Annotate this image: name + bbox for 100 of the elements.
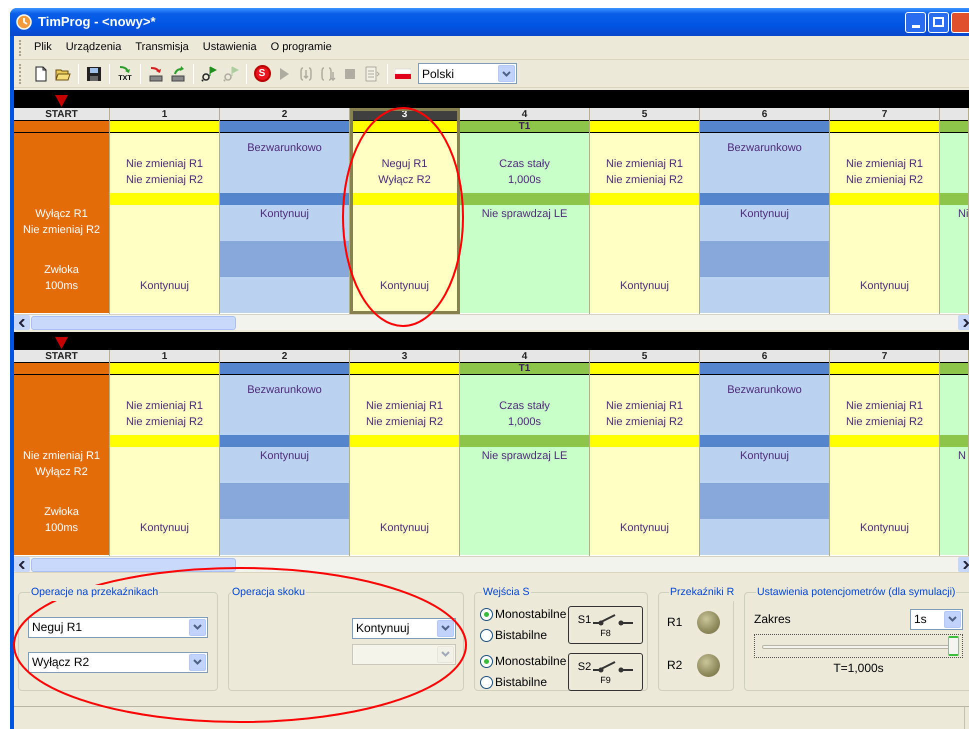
step-panel[interactable]: Kontynuuj <box>220 205 349 241</box>
minimize-button[interactable] <box>905 12 926 32</box>
radio-button[interactable] <box>480 676 493 689</box>
step-panel[interactable]: Kontynuuj <box>350 447 459 555</box>
step-text: Kontynuuj <box>379 521 430 536</box>
dropdown[interactable]: Kontynuuj <box>352 618 456 639</box>
step-panel[interactable]: Nie zmieniaj R1 Nie zmieniaj R2 <box>590 133 699 193</box>
step-text: Bezwarunkowo <box>246 383 323 398</box>
slider-reading: T=1,000s <box>832 660 885 677</box>
switch-button[interactable]: S1 F8 <box>568 606 643 644</box>
column-header[interactable]: 4 <box>460 350 589 363</box>
column-header[interactable]: 1 <box>110 108 219 121</box>
step-panel[interactable]: Czas stały 1,000s <box>460 133 589 193</box>
step-panel[interactable]: Neguj R1 Wyłącz R2 <box>350 133 459 193</box>
column-header[interactable] <box>940 350 968 363</box>
step-panel[interactable]: Kontynuuj <box>110 447 219 555</box>
radio-option[interactable]: Bistabilne <box>480 672 568 693</box>
maximize-button[interactable] <box>928 12 949 32</box>
column-header[interactable]: 7 <box>830 108 939 121</box>
step-panel[interactable]: Nie zmieniaj R1 Nie zmieniaj R2 <box>830 375 939 435</box>
column-header[interactable]: START <box>14 108 109 121</box>
export-arrow-icon <box>117 65 133 75</box>
column-header[interactable]: 5 <box>590 350 699 363</box>
step-panel[interactable]: Czas stały 1,000s <box>460 375 589 435</box>
radio-button[interactable] <box>480 608 493 621</box>
horizontal-scrollbar[interactable] <box>14 556 969 572</box>
step-text: 1,000s <box>506 173 542 188</box>
step-panel[interactable]: Bezwarunkowo <box>220 133 349 193</box>
step-text: Kontynuuj <box>139 521 190 536</box>
step-text: Kontynuuj <box>859 521 910 536</box>
menu-item[interactable]: Transmisja <box>128 39 196 56</box>
column-header[interactable]: 7 <box>830 350 939 363</box>
radio-option[interactable]: Monostabilne <box>480 650 568 672</box>
scroll-left-button[interactable] <box>14 315 30 330</box>
search-flag-icon <box>201 66 217 82</box>
scroll-right-button[interactable] <box>958 557 969 572</box>
column-header[interactable]: 3 <box>350 350 459 363</box>
step-panel[interactable]: Kontynuuj <box>830 447 939 555</box>
menu-item[interactable]: Plik <box>27 39 59 56</box>
slider-thumb[interactable] <box>948 636 959 656</box>
column-header[interactable] <box>940 108 968 121</box>
step-text: Wyłącz R2 <box>377 173 432 188</box>
step-panel[interactable]: Kontynuuj <box>700 205 829 241</box>
step-panel[interactable]: Bezwarunkowo <box>220 375 349 435</box>
maximize-icon <box>933 17 944 27</box>
radio-option[interactable]: Bistabilne <box>480 624 568 646</box>
column-header[interactable]: 4 <box>460 108 589 121</box>
step-panel[interactable]: Kontynuuj <box>590 205 699 313</box>
step-text: Nie zmieniaj R1 <box>844 399 924 414</box>
step-text: N <box>957 449 967 464</box>
scroll-thumb[interactable] <box>31 558 236 572</box>
step-text: Zwłoka <box>43 263 80 278</box>
dropdown[interactable]: Neguj R1 <box>28 616 208 638</box>
step-panel[interactable]: Ni <box>940 205 968 313</box>
step-text: Nie zmieniaj R1 <box>124 157 204 172</box>
column-header[interactable]: 6 <box>700 108 829 121</box>
step-panel[interactable]: Nie sprawdzaj LE <box>460 205 589 313</box>
radio-button[interactable] <box>480 628 493 642</box>
column-header[interactable]: 1 <box>110 350 219 363</box>
radio-option[interactable]: Monostabilne <box>480 604 568 625</box>
scroll-right-button[interactable] <box>958 315 969 330</box>
horizontal-scrollbar[interactable] <box>14 314 969 330</box>
step-panel[interactable]: Nie zmieniaj R1 Nie zmieniaj R2 <box>110 133 219 193</box>
scroll-left-button[interactable] <box>14 557 30 572</box>
step-text: Nie zmieniaj R1 <box>604 157 684 172</box>
range-slider[interactable] <box>754 634 963 658</box>
step-text: Nie zmieniaj R1 <box>604 399 684 414</box>
step-panel[interactable]: Kontynuuj <box>700 447 829 483</box>
step-panel[interactable]: Kontynuuj <box>830 205 939 313</box>
step-panel[interactable]: Kontynuuj <box>350 205 459 313</box>
braces-icon <box>298 66 314 82</box>
step-panel[interactable]: Bezwarunkowo <box>700 133 829 193</box>
step-text: Nie zmieniaj R1 <box>844 157 924 172</box>
menu-item[interactable]: O programie <box>264 39 339 56</box>
menu-item[interactable]: Urządzenia <box>58 39 128 56</box>
step-panel[interactable]: Kontynuuj <box>110 205 219 313</box>
column-header[interactable]: 5 <box>590 108 699 121</box>
column-header[interactable]: 6 <box>700 350 829 363</box>
step-panel[interactable]: Nie sprawdzaj LE <box>460 447 589 555</box>
step-panel[interactable]: Nie zmieniaj R1 Nie zmieniaj R2 <box>110 375 219 435</box>
step-panel[interactable]: Kontynuuj <box>590 447 699 555</box>
step-panel[interactable]: Nie zmieniaj R1 Nie zmieniaj R2 <box>830 133 939 193</box>
dropdown[interactable]: Wyłącz R2 <box>28 652 208 673</box>
step-text: Kontynuuj <box>739 207 790 222</box>
step-text: Nie zmieniaj R2 <box>364 415 444 430</box>
scroll-thumb[interactable] <box>31 316 236 330</box>
step-panel[interactable]: N <box>940 447 968 555</box>
close-button[interactable] <box>951 12 969 32</box>
step-panel[interactable]: Nie zmieniaj R1 Nie zmieniaj R2 <box>590 375 699 435</box>
step-panel[interactable]: Nie zmieniaj R1 Nie zmieniaj R2 <box>350 375 459 435</box>
step-panel[interactable]: Kontynuuj <box>220 447 349 483</box>
switch-button[interactable]: S2 F9 <box>568 652 643 691</box>
column-header[interactable]: START <box>14 350 109 363</box>
step-panel[interactable]: Bezwarunkowo <box>700 375 829 435</box>
dropdown[interactable]: 1s <box>910 608 963 630</box>
dropdown[interactable]: Polski <box>418 63 517 84</box>
menu-item[interactable]: Ustawienia <box>196 39 264 56</box>
column-header[interactable]: 2 <box>220 108 349 121</box>
radio-button[interactable] <box>480 654 493 668</box>
column-header[interactable]: 2 <box>220 350 349 363</box>
